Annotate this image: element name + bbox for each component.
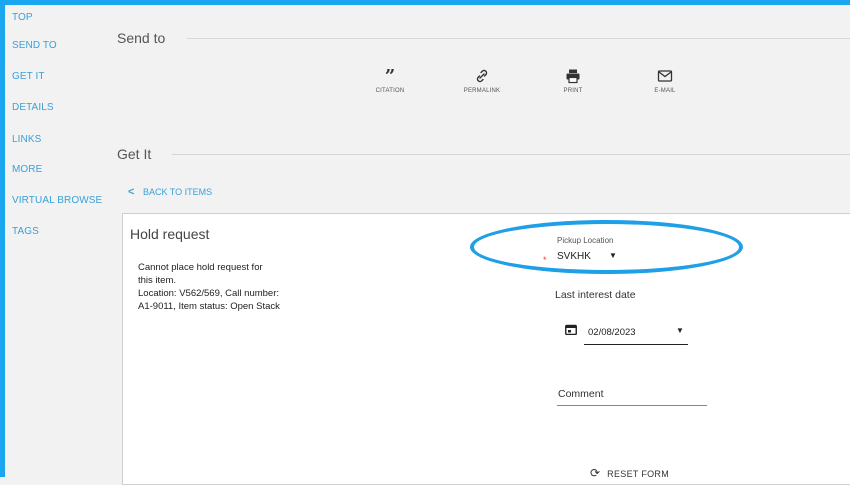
send-to-divider: [187, 38, 850, 39]
print-button[interactable]: PRINT: [533, 68, 613, 94]
last-interest-date-label: Last interest date: [555, 289, 636, 301]
hold-message-line-2: this item.: [138, 275, 177, 286]
sidebar-item-top[interactable]: TOP: [12, 12, 33, 23]
hold-request-title: Hold request: [130, 226, 210, 242]
back-to-items-link[interactable]: < BACK TO ITEMS: [128, 186, 212, 198]
print-label: PRINT: [563, 88, 583, 94]
send-to-title: Send to: [117, 30, 166, 46]
permalink-label: PERMALINK: [463, 88, 501, 94]
sidebar-item-links[interactable]: LINKS: [12, 134, 41, 145]
email-button[interactable]: E-MAIL: [625, 68, 705, 94]
comment-underline: [557, 405, 707, 406]
reset-form-label: RESET FORM: [607, 469, 670, 479]
chevron-down-icon[interactable]: ▼: [676, 326, 684, 335]
back-to-items-label: BACK TO ITEMS: [142, 187, 213, 197]
hold-message-line-3: Location: V562/569, Call number:: [138, 288, 280, 299]
sidebar-item-virtual-browse[interactable]: VIRTUAL BROWSE: [12, 195, 102, 206]
email-label: E-MAIL: [654, 88, 676, 94]
citation-label: CITATION: [375, 88, 405, 94]
sidebar-item-tags[interactable]: TAGS: [12, 226, 39, 237]
hold-message-line-1: Cannot place hold request for: [138, 262, 263, 273]
comment-label: Comment: [558, 388, 604, 400]
calendar-icon[interactable]: [565, 324, 577, 335]
printer-icon: [533, 68, 613, 86]
permalink-button[interactable]: PERMALINK: [442, 68, 522, 94]
reset-form-button[interactable]: ⟳ RESET FORM: [590, 466, 669, 480]
citation-button[interactable]: ” CITATION: [350, 66, 430, 95]
get-it-title: Get It: [117, 146, 152, 162]
highlight-ellipse: [470, 220, 743, 274]
mail-icon: [625, 68, 705, 86]
sidebar-item-get-it[interactable]: GET IT: [12, 71, 45, 82]
sidebar-item-more[interactable]: MORE: [12, 164, 42, 175]
hold-message-line-4: A1-9011, Item status: Open Stack: [138, 301, 280, 312]
refresh-icon: ⟳: [590, 466, 601, 480]
left-frame-bar: [0, 0, 5, 477]
sidebar-item-send-to[interactable]: SEND TO: [12, 40, 57, 51]
last-interest-date-value[interactable]: 02/08/2023: [588, 327, 636, 338]
get-it-divider: [172, 154, 850, 155]
chevron-left-icon: <: [128, 186, 135, 198]
quote-icon: ”: [384, 66, 396, 87]
date-underline: [584, 344, 688, 345]
link-icon: [442, 68, 522, 86]
top-frame-bar: [0, 0, 850, 5]
sidebar-item-details[interactable]: DETAILS: [12, 102, 54, 113]
